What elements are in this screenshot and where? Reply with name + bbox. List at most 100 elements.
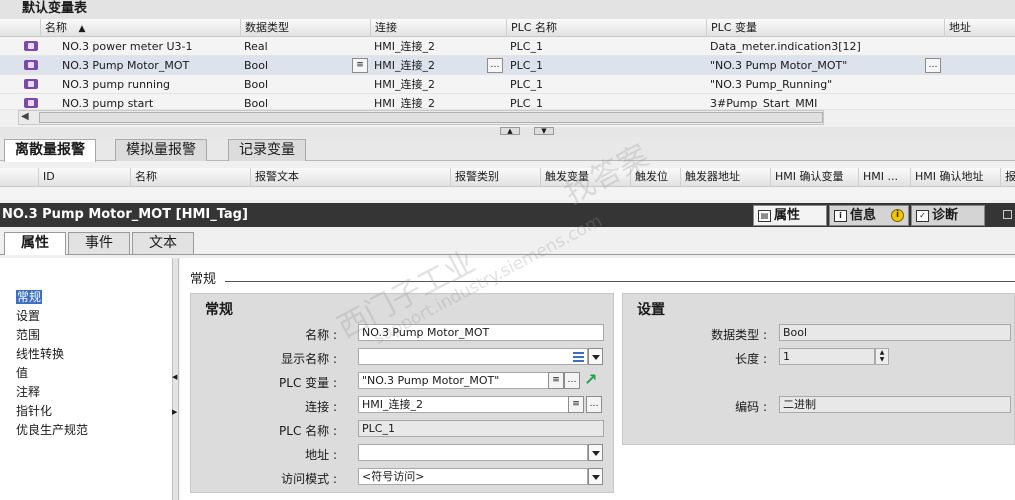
collapse-up-icon[interactable]: ▲ <box>500 127 520 135</box>
alarm-table-body <box>0 187 1015 200</box>
properties-icon: ▤ <box>758 210 771 222</box>
property-subtabs: 属性 事件 文本 <box>0 229 1015 255</box>
name-label: 名称 <box>305 328 330 342</box>
plc-tag-browse-button[interactable]: … <box>925 58 941 73</box>
plc-tag-browse-button[interactable]: … <box>564 372 580 389</box>
column-data-type[interactable]: 数据类型 <box>240 19 370 37</box>
table-row[interactable]: NO.3 pump running Bool HMI_连接_2 PLC_1 "N… <box>0 75 1015 94</box>
access-mode-dropdown[interactable] <box>588 468 603 485</box>
display-name-field[interactable] <box>358 348 588 365</box>
section-title: 常规 <box>190 272 217 287</box>
column-hmi-ack-bit[interactable]: HMI ... <box>858 168 910 186</box>
column-truncated[interactable]: 报 <box>1000 168 1015 186</box>
nav-splitter[interactable]: ◀ ▶ <box>172 258 179 500</box>
info-badge-icon: i <box>891 209 904 222</box>
hmi-tag-icon <box>24 98 38 108</box>
tag-table: 名称 ▲ 数据类型 连接 PLC 名称 PLC 变量 地址 NO.3 power… <box>0 19 1015 110</box>
text-list-icon[interactable] <box>572 350 585 363</box>
nav-comment[interactable]: 注释 <box>16 385 40 399</box>
tab-logging-tags[interactable]: 记录变量 <box>228 139 306 161</box>
column-alarm-name[interactable]: 名称 <box>130 168 250 186</box>
column-trigger-tag[interactable]: 触发变量 <box>540 168 630 186</box>
scrollbar-thumb[interactable] <box>39 112 823 123</box>
access-mode-label: 访问模式 <box>281 472 330 486</box>
pane-splitter[interactable]: ▲ ▼ <box>0 127 1015 137</box>
subtab-events[interactable]: 事件 <box>68 232 130 254</box>
property-nav: 常规 设置 范围 线性转换 值 注释 指针化 优良生产规范 <box>0 258 172 500</box>
connection-browse-button[interactable]: … <box>487 58 503 73</box>
inspector-header: NO.3 Pump Motor_MOT [HMI_Tag] ▤ 属性 i 信息 … <box>0 203 1015 227</box>
column-alarm-class[interactable]: 报警类别 <box>450 168 540 186</box>
access-mode-select[interactable]: <符号访问> <box>358 468 588 485</box>
nav-general[interactable]: 常规 <box>16 290 43 304</box>
plc-tag-list-icon[interactable]: ≡ <box>548 372 564 389</box>
plc-name-label: PLC 名称 <box>279 424 330 438</box>
table-row[interactable]: NO.3 pump start Bool HMI_连接_2 PLC_1 3#Pu… <box>0 94 1015 110</box>
alarm-tab-bar: 离散量报警 模拟量报警 记录变量 <box>0 137 1015 162</box>
nav-settings[interactable]: 设置 <box>16 309 40 323</box>
alarm-table-header: ID 名称 报警文本 报警类别 触发变量 触发位 触发器地址 HMI 确认变量 … <box>0 168 1015 187</box>
display-name-label: 显示名称 <box>281 352 330 366</box>
address-field[interactable] <box>358 444 588 461</box>
nav-linear-scaling[interactable]: 线性转换 <box>16 347 64 361</box>
connection-field[interactable]: HMI_连接_2 <box>358 396 584 413</box>
collapse-down-icon[interactable]: ▼ <box>534 127 554 135</box>
settings-group-title: 设置 <box>637 302 665 318</box>
column-name[interactable]: 名称 ▲ <box>40 19 240 37</box>
table-row[interactable]: NO.3 power meter U3-1 Real HMI_连接_2 PLC_… <box>0 37 1015 56</box>
collapse-left-icon[interactable]: ◀ <box>172 373 177 381</box>
nav-pointerization[interactable]: 指针化 <box>16 404 52 418</box>
nav-range[interactable]: 范围 <box>16 328 40 342</box>
column-id[interactable]: ID <box>38 168 130 186</box>
plc-tag-field[interactable]: "NO.3 Pump Motor_MOT" <box>358 372 564 389</box>
general-group-title: 常规 <box>205 302 233 318</box>
nav-values[interactable]: 值 <box>16 366 28 380</box>
column-trigger-address[interactable]: 触发器地址 <box>680 168 770 186</box>
name-field[interactable]: NO.3 Pump Motor_MOT <box>358 324 604 341</box>
display-name-dropdown[interactable] <box>588 348 603 365</box>
tag-table-header: 名称 ▲ 数据类型 连接 PLC 名称 PLC 变量 地址 <box>0 19 1015 37</box>
tag-table-title: 默认变量表 <box>0 0 1015 19</box>
hmi-tag-icon <box>24 79 38 89</box>
go-to-plc-tag-icon[interactable]: ↗ <box>584 372 597 388</box>
section-divider <box>225 281 1015 282</box>
tab-analog-alarms[interactable]: 模拟量报警 <box>115 139 207 161</box>
length-spinner[interactable]: ▲ ▼ <box>875 348 889 365</box>
tab-discrete-alarms[interactable]: 离散量报警 <box>4 139 96 162</box>
hmi-tag-icon <box>24 60 38 70</box>
column-alarm-text[interactable]: 报警文本 <box>250 168 450 186</box>
column-plc-tag[interactable]: PLC 变量 <box>706 19 944 37</box>
scroll-left-icon[interactable]: ◀ <box>21 111 29 122</box>
subtab-texts[interactable]: 文本 <box>132 232 194 254</box>
column-trigger-bit[interactable]: 触发位 <box>630 168 680 186</box>
encoding-select: 二进制 <box>779 396 1011 413</box>
datatype-label: 数据类型 <box>711 328 760 342</box>
column-plc-name[interactable]: PLC 名称 <box>506 19 706 37</box>
tab-diagnostics[interactable]: ✓ 诊断 <box>911 205 985 226</box>
address-label: 地址 <box>305 448 330 462</box>
table-row[interactable]: NO.3 Pump Motor_MOT Bool ≡ HMI_连接_2 … PL… <box>0 56 1015 75</box>
nav-gmp[interactable]: 优良生产规范 <box>16 423 88 437</box>
tab-properties[interactable]: ▤ 属性 <box>753 205 827 226</box>
horizontal-scrollbar[interactable]: ◀ <box>18 110 824 125</box>
datatype-list-button[interactable]: ≡ <box>352 58 368 73</box>
connection-browse-button[interactable]: … <box>586 396 602 413</box>
general-group: 常规 名称 : NO.3 Pump Motor_MOT 显示名称 : PLC 变… <box>190 293 614 493</box>
plc-tag-label: PLC 变量 <box>279 376 330 390</box>
expand-right-icon[interactable]: ▶ <box>172 408 177 416</box>
subtab-properties[interactable]: 属性 <box>4 232 66 255</box>
diagnostics-icon: ✓ <box>916 210 929 222</box>
column-hmi-ack-tag[interactable]: HMI 确认变量 <box>770 168 858 186</box>
length-field: 1 <box>779 348 875 365</box>
maximize-icon[interactable] <box>1003 210 1012 219</box>
hmi-tag-icon <box>24 41 38 51</box>
column-address[interactable]: 地址 <box>944 19 1015 37</box>
column-hmi-ack-address[interactable]: HMI 确认地址 <box>910 168 1000 186</box>
sort-ascending-icon: ▲ <box>78 24 86 34</box>
inspector-title: NO.3 Pump Motor_MOT [HMI_Tag] <box>2 207 248 222</box>
connection-label: 连接 <box>305 400 330 414</box>
column-connection[interactable]: 连接 <box>370 19 506 37</box>
tab-info[interactable]: i 信息 i <box>829 205 909 226</box>
address-dropdown[interactable] <box>588 444 603 461</box>
connection-list-icon[interactable]: ≡ <box>568 396 584 413</box>
